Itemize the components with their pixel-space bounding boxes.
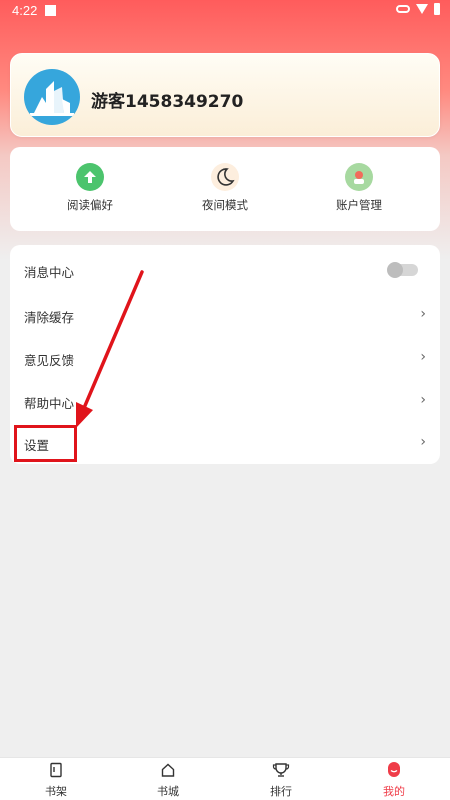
nav-label: 书架 [45,785,67,798]
account-management-label: 账户管理 [336,198,382,212]
menu-item-label: 清除缓存 [24,310,75,325]
wifi-icon [416,4,428,14]
nav-mine[interactable]: 我的 [364,762,424,799]
nav-bookstore[interactable]: 书城 [138,762,198,799]
avatar-buildings-icon [30,81,74,116]
nav-label: 书城 [157,785,179,798]
account-icon [345,163,373,191]
nav-label: 排行 [270,785,292,798]
status-time: 4:22 [12,3,38,18]
chevron-right-icon: › [420,349,426,365]
nav-ranking[interactable]: 排行 [251,762,311,799]
avatar[interactable] [24,69,80,125]
menu-item-feedback[interactable]: 意见反馈 › [10,336,440,380]
chevron-right-icon: › [420,392,426,408]
moon-icon [211,163,239,191]
nav-label: 我的 [383,785,405,798]
notification-icon [45,5,56,16]
arrow-up-icon [76,163,104,191]
chevron-right-icon: › [420,434,426,450]
bottom-nav: 书架 书城 排行 我的 [0,757,450,800]
nav-bookshelf[interactable]: 书架 [26,762,86,799]
menu-item-help-center[interactable]: 帮助中心 › [10,379,440,423]
battery-icon [434,3,440,15]
status-icons [396,3,440,15]
menu-item-clear-cache[interactable]: 清除缓存 › [10,293,440,337]
annotation-highlight-box [14,425,77,462]
night-mode-button[interactable]: 夜间模式 [170,163,280,213]
menu-item-label: 意见反馈 [24,353,75,368]
quick-actions-card: 阅读偏好 夜间模式 账户管理 [10,147,440,231]
status-bar: 4:22 [0,0,450,22]
toggle-knob [387,262,403,278]
username: 游客1458349270 [91,92,244,112]
home-icon [161,763,175,777]
reading-preference-button[interactable]: 阅读偏好 [35,163,145,213]
profile-card[interactable]: 游客1458349270 [10,53,440,137]
night-mode-label: 夜间模式 [202,198,248,212]
menu-item-label: 消息中心 [24,265,75,280]
account-management-button[interactable]: 账户管理 [304,163,414,213]
trophy-icon [272,763,290,777]
profile-icon [388,762,400,777]
menu-item-message-center[interactable]: 消息中心 [10,248,440,292]
bookshelf-icon [50,762,62,778]
reading-preference-label: 阅读偏好 [67,198,113,212]
chevron-right-icon: › [420,306,426,322]
message-center-toggle[interactable] [387,262,418,278]
menu-item-label: 帮助中心 [24,396,75,411]
link-icon [396,5,410,13]
